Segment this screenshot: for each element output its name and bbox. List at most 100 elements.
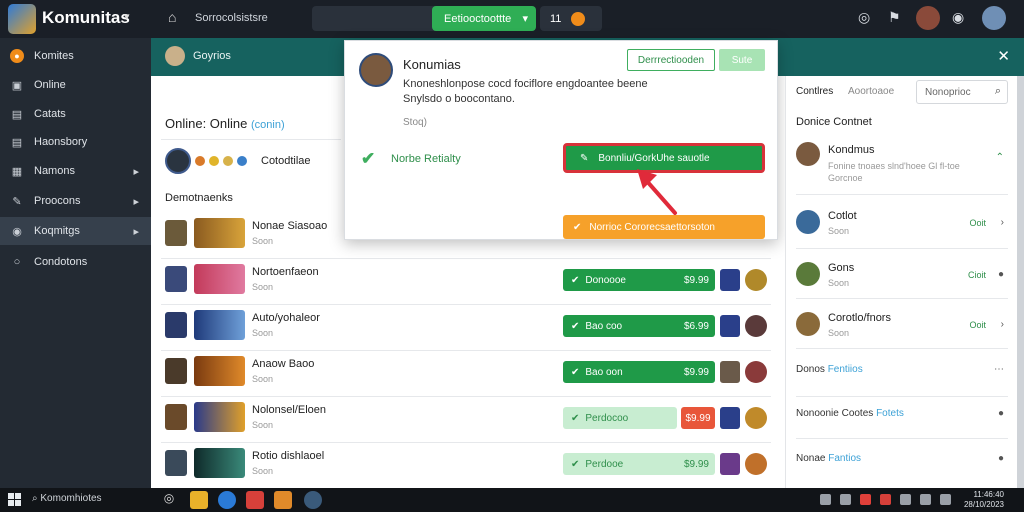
app-title[interactable]: Komunitas <box>42 8 130 28</box>
price-badge[interactable]: $9.99 <box>681 407 715 429</box>
profile-avatar[interactable] <box>916 6 940 30</box>
chevron-right-icon[interactable]: › <box>1001 319 1004 330</box>
chevron-up-icon[interactable]: ⌃ <box>996 152 1004 163</box>
friend-status: Cioit <box>967 270 986 280</box>
system-clock[interactable]: 11:46:40 28/10/2023 <box>964 490 1004 510</box>
sidebar-item-catats[interactable]: ▤ Catats <box>0 100 151 128</box>
table-row[interactable]: Nortoenfaeon Soon ✔ Donoooe $9.99 <box>165 262 775 296</box>
more-icon[interactable]: ● <box>998 408 1004 419</box>
tab-aoortoaoe[interactable]: Aoortoaoe <box>848 86 894 97</box>
chip-label: Cotodtilae <box>261 155 311 167</box>
table-row[interactable]: Nolonsel/Eloen Soon ✔ Perdocoo $9.99 <box>165 400 775 434</box>
status-button[interactable]: ✔ Bao coo $6.99 <box>563 315 715 337</box>
store-dropdown-label: Eetiooctoottte <box>444 12 512 25</box>
secondary-action-label: Norrioc Cororecsaettorsoton <box>589 221 715 233</box>
browser-icon[interactable] <box>218 491 236 509</box>
settings-icon[interactable]: ◉ <box>952 9 964 26</box>
list-item[interactable]: Nonae Fantios ● <box>796 453 1008 464</box>
game-thumbnail <box>194 402 245 432</box>
user-avatar[interactable] <box>982 6 1006 30</box>
tray-icon[interactable] <box>860 494 871 505</box>
status-button[interactable]: ✔ Bao oon $9.99 <box>563 361 715 383</box>
close-icon[interactable]: ✕ <box>997 47 1010 65</box>
status-dot <box>223 156 233 166</box>
more-icon[interactable]: ● <box>998 453 1004 464</box>
file-explorer-icon[interactable] <box>190 491 208 509</box>
list-item[interactable]: Nonoonie Cootes Fotets ● <box>796 408 1008 419</box>
list-item-link[interactable]: Fantios <box>828 453 861 464</box>
avatar <box>745 453 767 475</box>
sidebar-item-komites[interactable]: ● Komites <box>0 42 151 70</box>
game-thumbnail <box>194 310 245 340</box>
search-icon[interactable]: ⌕ <box>995 85 1001 98</box>
price-label: $9.99 <box>683 274 709 286</box>
chevron-down-icon[interactable]: ▾ <box>124 10 130 23</box>
divider <box>161 139 341 140</box>
chevron-down-icon: ▾ <box>522 13 528 25</box>
status-label: Perdooe <box>585 458 624 470</box>
tab-contlres[interactable]: Contlres <box>796 86 833 97</box>
app-logo-icon[interactable] <box>8 4 36 34</box>
divider <box>796 438 1008 439</box>
sidebar-item-proocons[interactable]: ✎ Proocons ▸ <box>0 187 151 215</box>
tray-icon[interactable] <box>840 494 851 505</box>
status-dot <box>237 156 247 166</box>
friend-item[interactable]: Gons Soon Cioit ● <box>796 260 1008 290</box>
volume-icon[interactable] <box>920 494 931 505</box>
sidebar-item-koqmitgs[interactable]: ◉ Koqmitgs ▸ <box>0 217 151 245</box>
flag-icon[interactable]: ⚑ <box>888 9 901 26</box>
wallet-counter[interactable]: 11 <box>540 6 602 31</box>
battery-icon[interactable] <box>940 494 951 505</box>
light-button[interactable]: Sute <box>719 49 765 71</box>
tray-icon[interactable] <box>820 494 831 505</box>
status-button[interactable]: ✔ Perdooe $9.99 <box>563 453 715 475</box>
store-dropdown-button[interactable]: Eetiooctoottte ▾ <box>432 6 536 31</box>
steam-icon[interactable] <box>304 491 322 509</box>
secondary-action-button[interactable]: ✔ Norrioc Cororecsaettorsoton <box>563 215 765 239</box>
avatar <box>796 262 820 286</box>
app-icon[interactable] <box>246 491 264 509</box>
list-icon: ▤ <box>11 136 23 149</box>
check-icon: ✔ <box>573 221 582 233</box>
list-item-link[interactable]: Fentiios <box>828 364 863 375</box>
check-icon: ✔ <box>571 320 580 332</box>
more-icon[interactable]: ● <box>998 269 1004 280</box>
globe-icon[interactable]: ◎ <box>858 9 870 26</box>
section-label: Demotnaenks <box>165 192 233 204</box>
game-thumbnail <box>194 264 245 294</box>
outline-button[interactable]: Derrrectiooden <box>627 49 715 71</box>
avatar[interactable] <box>165 148 191 174</box>
wifi-icon[interactable] <box>900 494 911 505</box>
table-row[interactable]: Auto/yohaleor Soon ✔ Bao coo $6.99 <box>165 308 775 342</box>
chevron-right-icon[interactable]: › <box>1001 217 1004 228</box>
windows-start-icon[interactable] <box>8 493 21 506</box>
app-icon[interactable] <box>274 491 292 509</box>
friends-search-input[interactable]: Nonoprioc ⌕ <box>916 80 1008 104</box>
status-button[interactable]: ✔ Perdocoo <box>563 407 677 429</box>
taskbar-search[interactable]: ⌕ Komomhiotes <box>32 493 102 504</box>
breadcrumb[interactable]: Sorrocolsistsre <box>195 12 268 24</box>
wallet-count: 11 <box>550 12 562 25</box>
home-icon[interactable]: ⌂ <box>168 9 176 25</box>
sidebar-item-haonsbory[interactable]: ▤ Haonsbory <box>0 128 151 156</box>
more-icon[interactable]: ⋯ <box>994 364 1004 375</box>
list-item-link[interactable]: Fotets <box>876 408 904 419</box>
taskbar-search-text: Komomhiotes <box>40 493 102 504</box>
status-button[interactable]: ✔ Donoooe $9.99 <box>563 269 715 291</box>
status-label: Perdocoo <box>585 412 629 424</box>
tray-icon[interactable] <box>880 494 891 505</box>
table-row[interactable]: Anaow Baoo Soon ✔ Bao oon $9.99 <box>165 354 775 388</box>
sidebar-item-label: Koqmitgs <box>34 225 80 237</box>
sidebar-item-condotons[interactable]: ○ Condotons <box>0 248 151 276</box>
friend-item[interactable]: Cotlot Soon Ooit › <box>796 208 1008 238</box>
online-link[interactable]: (conin) <box>251 119 285 131</box>
sidebar-item-online[interactable]: ▣ Online <box>0 71 151 99</box>
sidebar-item-namons[interactable]: ▦ Namons ▸ <box>0 157 151 185</box>
task-view-icon[interactable]: ◎ <box>160 491 178 509</box>
list-item[interactable]: Donos Fentiios ⋯ <box>796 364 1008 375</box>
check-label[interactable]: Norbe Retialty <box>391 153 461 165</box>
table-row[interactable]: Rotio dishlaoel Soon ✔ Perdooe $9.99 <box>165 446 775 480</box>
friend-item[interactable]: Corotlo/fnors Soon Ooit › <box>796 310 1008 340</box>
scrollbar[interactable] <box>1017 76 1024 488</box>
friend-featured[interactable]: Kondmus Fonine tnoaes slnd'hoee Gl fl-to… <box>796 140 1008 190</box>
